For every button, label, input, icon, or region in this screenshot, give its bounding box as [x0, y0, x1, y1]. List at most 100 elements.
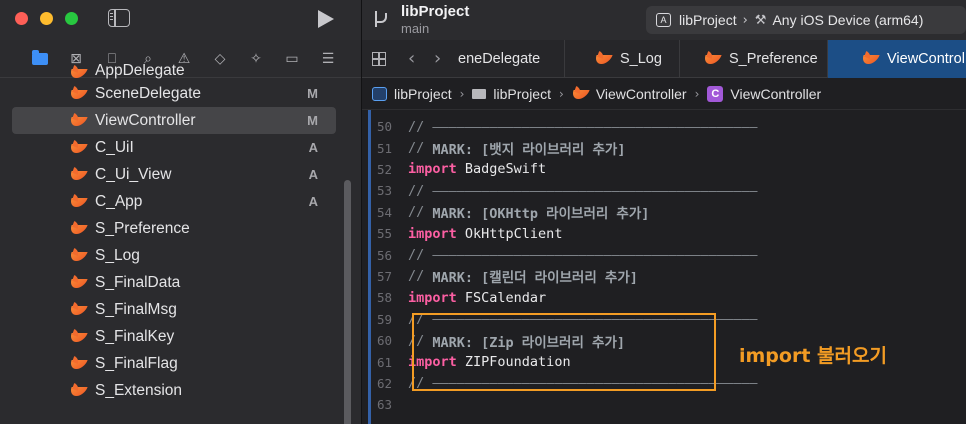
file-row[interactable]: C_Ui_View A	[0, 161, 340, 188]
run-button[interactable]	[318, 10, 334, 28]
file-name: S_FinalData	[95, 273, 181, 291]
jumpbar-class[interactable]: ViewController	[730, 86, 821, 102]
tab-s-log[interactable]: S_Log	[564, 40, 679, 78]
file-name: S_Preference	[95, 219, 190, 237]
navigator-scrollbar[interactable]	[344, 180, 351, 424]
tab-label: eneDelegate	[458, 51, 541, 67]
code-line[interactable]: 63	[362, 394, 408, 415]
minimize-window-button[interactable]	[40, 12, 53, 25]
swift-file-icon	[704, 52, 721, 66]
swift-file-icon	[70, 276, 87, 290]
swift-file-icon	[70, 168, 87, 182]
folder-icon	[472, 88, 487, 99]
line-number: 61	[376, 354, 392, 370]
line-number: 52	[376, 161, 392, 177]
code-line[interactable]: 53 // ———————————————————————————————————…	[362, 180, 758, 201]
code-line[interactable]: 51 // MARK: [뱃지 라이브러리 추가]	[362, 137, 626, 158]
file-row[interactable]: S_FinalMsg	[0, 296, 340, 323]
code-line[interactable]: 58 import FSCalendar	[362, 287, 546, 308]
tab-label: S_Log	[620, 51, 662, 67]
forward-arrow-icon[interactable]: ›	[434, 48, 441, 69]
git-status-badge: A	[308, 140, 318, 155]
branch-icon	[372, 9, 388, 29]
code-line[interactable]: 54 // MARK: [OKHttp 라이브러리 추가]	[362, 202, 649, 223]
file-row[interactable]: S_Extension	[0, 377, 340, 404]
git-status-badge: A	[308, 194, 318, 209]
file-name: S_Extension	[95, 381, 183, 399]
file-list: AppDelegate SceneDelegate M ViewController M…	[0, 64, 340, 404]
comment-token: // —————————————————————————————————————…	[408, 182, 758, 199]
line-number: 53	[376, 183, 392, 199]
scheme-destination[interactable]: Any iOS Device (arm64)	[772, 12, 923, 28]
file-row[interactable]: S_FinalData	[0, 269, 340, 296]
annotation-label: import 불러오기	[739, 345, 887, 367]
app-icon: A	[656, 13, 671, 27]
window-titlebar-right: libProject main A libProject › ⚒ Any iOS…	[362, 0, 966, 40]
swift-file-icon	[70, 66, 87, 80]
tab-bar: ‹ › eneDelegate S_Log S_Preference ViewC…	[362, 40, 966, 78]
file-row[interactable]: C_UiI A	[0, 134, 340, 161]
git-status-badge: A	[308, 167, 318, 182]
jumpbar-file[interactable]: ViewController	[596, 86, 687, 102]
file-name: S_FinalFlag	[95, 354, 178, 372]
file-name: C_App	[95, 192, 143, 210]
file-row[interactable]: AppDelegate	[0, 64, 340, 80]
project-icon	[372, 86, 387, 101]
swift-file-icon	[70, 249, 87, 263]
swift-file-icon	[70, 384, 87, 398]
line-number: 50	[376, 119, 392, 135]
tab-s-preference[interactable]: S_Preference	[679, 40, 827, 78]
line-number: 54	[376, 204, 392, 220]
identifier-token: BadgeSwift	[456, 161, 547, 178]
swift-file-icon	[70, 141, 87, 155]
code-line[interactable]: 52 import BadgeSwift	[362, 159, 546, 180]
keyword-token: import	[408, 225, 457, 242]
file-name: ViewController	[95, 111, 196, 129]
close-window-button[interactable]	[15, 12, 28, 25]
sidebar-toggle-icon[interactable]	[108, 9, 130, 27]
git-status-badge: M	[307, 86, 318, 101]
file-name: AppDelegate	[95, 64, 185, 79]
code-line[interactable]: 57 // MARK: [캘린더 라이브러리 추가]	[362, 266, 638, 287]
swift-file-icon	[70, 222, 87, 236]
line-number: 62	[376, 375, 392, 391]
project-name[interactable]: libProject	[401, 3, 469, 20]
file-row[interactable]: S_FinalKey	[0, 323, 340, 350]
swift-file-icon	[70, 195, 87, 209]
file-name: S_Log	[95, 246, 140, 264]
file-name: C_Ui_View	[95, 165, 172, 183]
swift-file-icon	[862, 52, 879, 66]
file-row[interactable]: SceneDelegate M	[0, 80, 340, 107]
highlight-box	[412, 313, 716, 391]
file-row[interactable]: S_Log	[0, 242, 340, 269]
tab-label: ViewControl	[887, 51, 965, 67]
grid-icon[interactable]	[372, 52, 386, 66]
branch-name[interactable]: main	[401, 21, 429, 36]
file-row[interactable]: C_App A	[0, 188, 340, 215]
swift-file-icon	[595, 52, 612, 66]
zoom-window-button[interactable]	[65, 12, 78, 25]
git-status-badge: M	[307, 113, 318, 128]
chevron-right-icon: ›	[559, 86, 564, 101]
code-line[interactable]: 50 // ———————————————————————————————————…	[362, 116, 758, 137]
keyword-token: import	[408, 161, 457, 178]
file-row[interactable]: ViewController M	[12, 107, 336, 134]
comment-token: // —————————————————————————————————————…	[408, 118, 758, 135]
file-row[interactable]: S_Preference	[0, 215, 340, 242]
comment-token: //	[408, 204, 433, 221]
back-arrow-icon[interactable]: ‹	[408, 48, 415, 69]
scheme-selector[interactable]: A libProject › ⚒ Any iOS Device (arm64)	[646, 6, 966, 34]
identifier-token: OkHttpClient	[456, 225, 563, 242]
chevron-right-icon: ›	[694, 86, 700, 101]
chevron-right-icon: ›	[459, 86, 465, 101]
project-navigator: ⊠ ⎕ ⌕ ⚠ ◇ ✧ ▭ ☰ AppDelegate SceneDelegate…	[0, 0, 362, 424]
file-name: S_FinalKey	[95, 327, 175, 345]
tab-scenedelegate[interactable]: eneDelegate	[454, 40, 564, 78]
code-line[interactable]: 55 import OkHttpClient	[362, 223, 563, 244]
code-line[interactable]: 56 // ———————————————————————————————————…	[362, 244, 758, 265]
file-row[interactable]: S_FinalFlag	[0, 350, 340, 377]
jumpbar-project[interactable]: libProject	[394, 86, 452, 102]
keyword-token: import	[408, 289, 457, 306]
tab-viewcontroller[interactable]: ViewControl	[827, 40, 966, 78]
jumpbar-folder[interactable]: libProject	[493, 86, 551, 102]
